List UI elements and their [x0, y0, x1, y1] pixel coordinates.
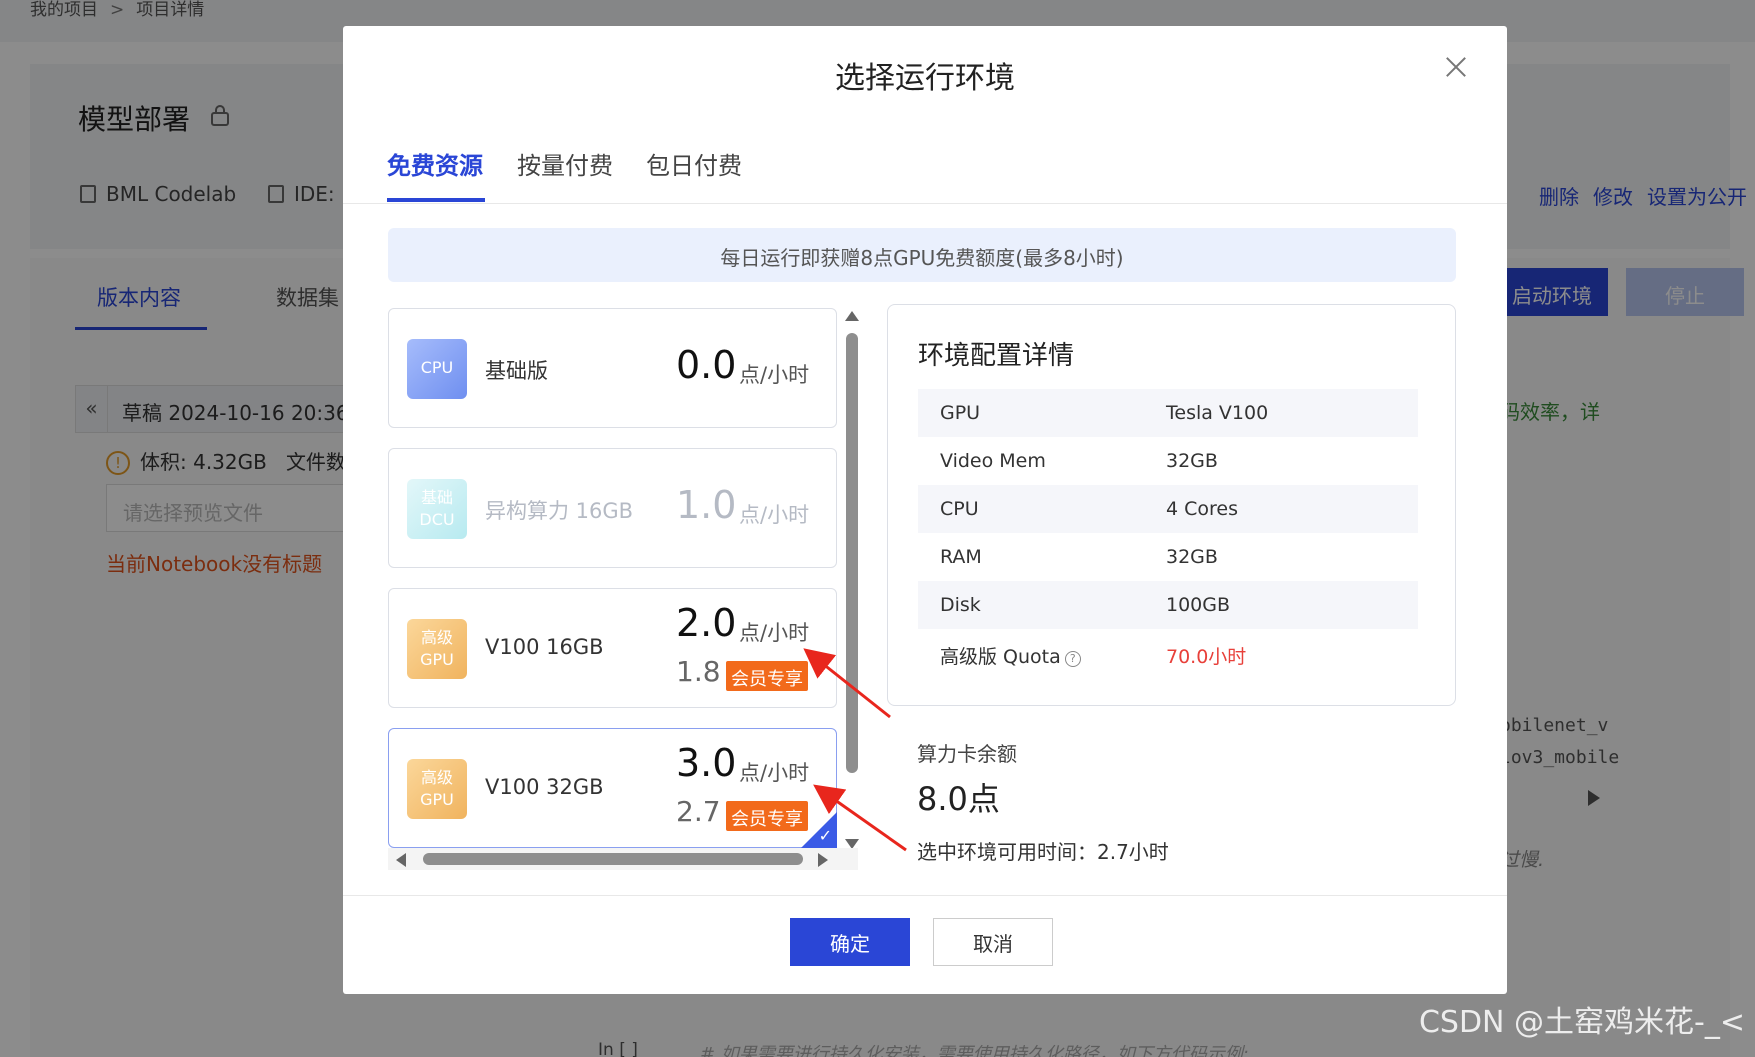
scroll-up-icon[interactable] [845, 311, 859, 321]
plan-card-dcu[interactable]: 基础 DCU 异构算力 16GB 1.0 点/小时 [388, 448, 837, 568]
plan-name: 异构算力 16GB [485, 499, 634, 523]
footer-divider [343, 895, 1507, 896]
tab-daily-plan[interactable]: 包日付费 [646, 146, 742, 181]
scroll-thumb[interactable] [846, 333, 858, 773]
scroll-thumb[interactable] [423, 853, 803, 865]
plan-name: 基础版 [485, 359, 548, 383]
quota-value: 70.0小时 [1166, 646, 1247, 668]
help-icon[interactable]: ? [1064, 651, 1081, 667]
check-icon: ✓ [818, 826, 832, 845]
gpu-badge-icon: 高级 GPU [407, 619, 467, 679]
member-exclusive-badge: 会员专享 [726, 801, 808, 831]
plan-card-basic-cpu[interactable]: CPU 基础版 0.0 点/小时 [388, 308, 837, 428]
gpu-badge-icon: 高级 GPU [407, 759, 467, 819]
spec-row-quota: 高级版 Quota? 70.0小时 [918, 629, 1418, 677]
plan-unit: 点/小时 [739, 503, 810, 527]
plan-price: 3.0 [676, 741, 737, 785]
spec-row: Disk 100GB [918, 581, 1418, 629]
plan-card-v100-32gb[interactable]: 高级 GPU V100 32GB 3.0 点/小时 2.7 会员专享 ✓ [388, 728, 837, 848]
plan-price: 1.0 [676, 483, 737, 527]
scroll-right-icon[interactable] [818, 853, 828, 867]
details-title: 环境配置详情 [918, 341, 1075, 371]
spec-row: Video Mem 32GB [940, 450, 1218, 472]
scroll-left-icon[interactable] [396, 853, 406, 867]
plan-unit: 点/小时 [739, 363, 810, 387]
tab-pay-as-you-go[interactable]: 按量付费 [517, 146, 613, 181]
balance-label: 算力卡余额 [917, 742, 1017, 766]
plan-price: 0.0 [676, 343, 737, 387]
free-quota-banner: 每日运行即获赠8点GPU免费额度(最多8小时) [388, 228, 1456, 282]
horizontal-scrollbar[interactable] [388, 848, 858, 870]
select-environment-dialog: 选择运行环境 免费资源 按量付费 包日付费 每日运行即获赠8点GPU免费额度(最… [343, 26, 1507, 994]
spec-table: GPU Tesla V100 Video Mem 32GB CPU 4 Cores R… [918, 389, 1418, 677]
dialog-title: 选择运行环境 [835, 61, 1015, 96]
watermark: CSDN @土窑鸡米花-_< [1418, 1005, 1745, 1040]
tab-free-resources[interactable]: 免费资源 [387, 146, 483, 181]
balance-value: 8.0点 [917, 780, 1000, 818]
close-icon[interactable] [1441, 52, 1471, 82]
available-time: 选中环境可用时间：2.7小时 [917, 840, 1169, 864]
tabs-divider [343, 203, 1507, 204]
member-price: 2.7 [676, 795, 721, 828]
environment-details-panel: 环境配置详情 GPU Tesla V100 Video Mem 32GB CPU 4 … [887, 304, 1456, 706]
plan-unit: 点/小时 [739, 761, 810, 785]
plan-unit: 点/小时 [739, 621, 810, 645]
plan-name: V100 16GB [485, 635, 604, 659]
plan-name: V100 32GB [485, 775, 604, 799]
active-tab-indicator [387, 198, 485, 202]
cpu-badge-icon: CPU [407, 339, 467, 399]
spec-row: GPU Tesla V100 [918, 389, 1418, 437]
plan-list: CPU 基础版 0.0 点/小时 基础 DCU 异构算力 16GB 1.0 点/小… [388, 304, 861, 869]
cancel-button[interactable]: 取消 [933, 918, 1053, 966]
member-price: 1.8 [676, 655, 721, 688]
member-exclusive-badge: 会员专享 [726, 661, 808, 691]
plan-price: 2.0 [676, 601, 737, 645]
spec-row: RAM 32GB [940, 546, 1218, 568]
plan-card-v100-16gb[interactable]: 高级 GPU V100 16GB 2.0 点/小时 1.8 会员专享 [388, 588, 837, 708]
confirm-button[interactable]: 确定 [790, 918, 910, 966]
spec-row: CPU 4 Cores [918, 485, 1418, 533]
vertical-scrollbar[interactable] [841, 311, 863, 849]
dcu-badge-icon: 基础 DCU [407, 479, 467, 539]
